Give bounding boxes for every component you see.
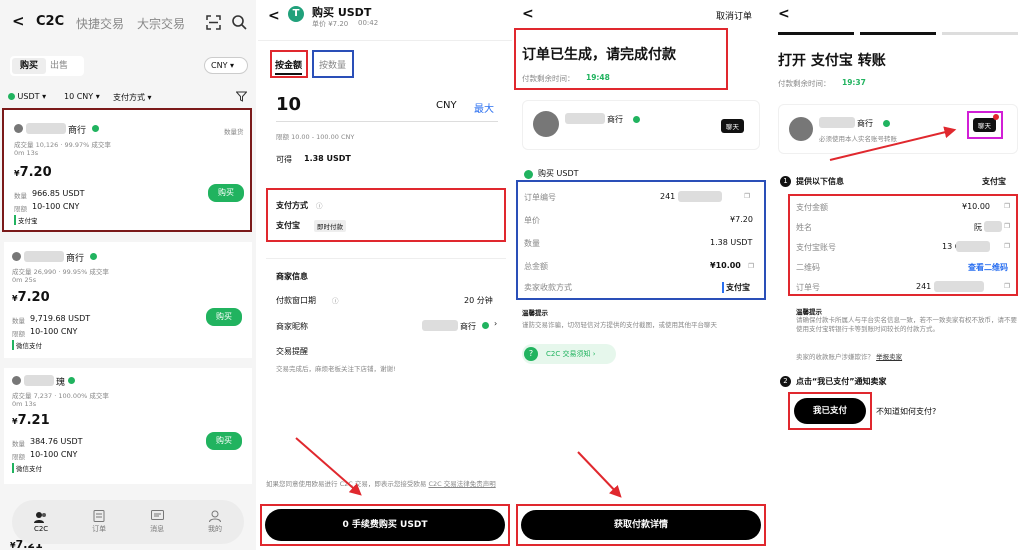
arrow-to-buy-button <box>295 437 362 496</box>
annotation-arrows <box>295 126 957 498</box>
arrow-to-details-button <box>577 451 622 498</box>
arrow-to-chat-button <box>829 126 957 161</box>
